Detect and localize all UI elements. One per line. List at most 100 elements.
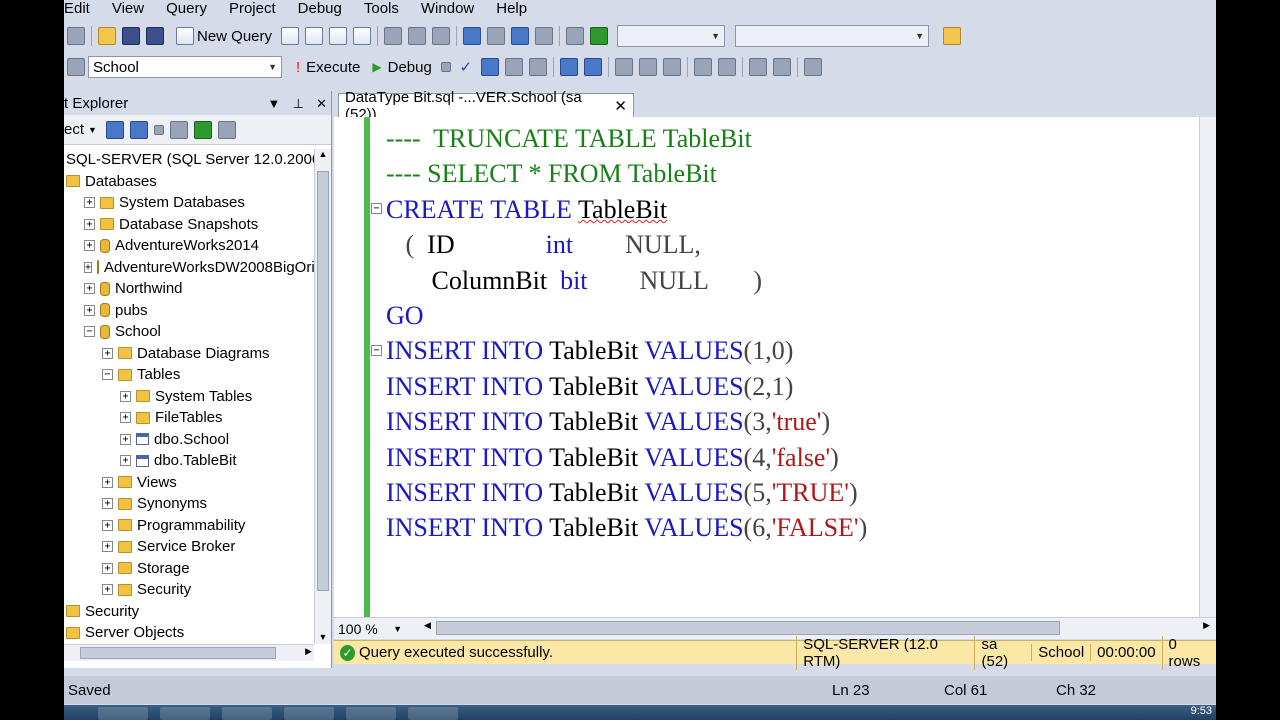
- actual-plan-icon[interactable]: [559, 58, 578, 76]
- expand-icon[interactable]: +: [102, 584, 113, 596]
- code-line[interactable]: ColumnBit bit NULL ): [386, 263, 1206, 298]
- scroll-right-icon[interactable]: ▶: [305, 646, 312, 657]
- menu-debug[interactable]: Debug: [298, 0, 350, 18]
- query-designer-icon[interactable]: [504, 58, 523, 76]
- start-icon[interactable]: [590, 27, 609, 45]
- tree-item[interactable]: + dbo.School: [64, 429, 314, 451]
- tree-item[interactable]: + Database Diagrams: [64, 343, 314, 365]
- display-plan-icon[interactable]: [480, 58, 499, 76]
- tree-item[interactable]: + System Tables: [64, 386, 314, 408]
- layout-icon[interactable]: [67, 27, 85, 45]
- increase-indent-icon[interactable]: [772, 58, 791, 76]
- open-file-icon[interactable]: [98, 27, 116, 45]
- connect-explorer-icon[interactable]: [105, 120, 124, 139]
- menu-window[interactable]: Window: [421, 0, 482, 18]
- query-editor[interactable]: − − ---- TRUNCATE TABLE TableBit ---- SEL…: [334, 117, 1216, 617]
- menu-query[interactable]: Query: [166, 0, 215, 18]
- scroll-down-icon[interactable]: ▼: [315, 632, 331, 642]
- scroll-thumb[interactable]: [80, 647, 276, 659]
- decrease-indent-icon[interactable]: [748, 58, 767, 76]
- taskbar-item[interactable]: [222, 707, 272, 720]
- new-query-button[interactable]: New Query: [173, 27, 272, 45]
- zoom-combo[interactable]: 100 % ▼: [334, 620, 406, 638]
- comment-icon[interactable]: [693, 58, 712, 76]
- tree-item[interactable]: + Views: [64, 472, 314, 494]
- solution-icon[interactable]: [566, 27, 585, 45]
- connect-button[interactable]: ect: [64, 121, 84, 138]
- object-explorer-hscrollbar[interactable]: ▶: [64, 644, 314, 661]
- tree-item[interactable]: − Tables: [64, 364, 314, 386]
- refresh-icon[interactable]: [193, 120, 212, 139]
- collapse-icon[interactable]: −: [84, 326, 95, 338]
- expand-icon[interactable]: +: [102, 498, 113, 510]
- results-grid-icon[interactable]: [638, 58, 657, 76]
- uncomment-icon[interactable]: [717, 58, 736, 76]
- tree-item[interactable]: + Database Snapshots: [64, 214, 314, 236]
- specify-template-icon[interactable]: [803, 58, 822, 76]
- code-line[interactable]: CREATE TABLE TableBit: [386, 192, 1206, 227]
- taskbar-item[interactable]: [346, 707, 396, 720]
- tree-item[interactable]: + Security: [64, 579, 314, 601]
- navigate-forward-icon[interactable]: [535, 27, 554, 45]
- new-xmla-query-icon[interactable]: [329, 27, 348, 45]
- tree-item[interactable]: + Storage: [64, 558, 314, 580]
- taskbar-clock[interactable]: 9:53: [1191, 705, 1212, 717]
- filter-icon[interactable]: [169, 120, 188, 139]
- tree-item[interactable]: Server Objects: [64, 622, 314, 644]
- code-line[interactable]: INSERT INTO TableBit VALUES(4,'false'): [386, 440, 1206, 475]
- tree-item-server[interactable]: SQL-SERVER (SQL Server 12.0.2000 - s: [64, 149, 314, 171]
- expand-icon[interactable]: +: [120, 433, 131, 445]
- scroll-left-icon[interactable]: ◀: [424, 620, 431, 631]
- live-stats-icon[interactable]: [583, 58, 602, 76]
- save-all-icon[interactable]: [146, 27, 164, 45]
- code-line[interactable]: ( ID int NULL,: [386, 227, 1206, 262]
- menu-edit[interactable]: Edit: [64, 0, 98, 18]
- code-area[interactable]: ---- TRUNCATE TABLE TableBit ---- SELECT …: [386, 121, 1206, 546]
- taskbar-item[interactable]: [408, 707, 458, 720]
- tree-item[interactable]: Security: [64, 601, 314, 623]
- results-file-icon[interactable]: [662, 58, 681, 76]
- expand-icon[interactable]: +: [84, 197, 95, 209]
- cut-icon[interactable]: [384, 27, 403, 45]
- close-icon[interactable]: ✕: [316, 96, 327, 111]
- connect-icon[interactable]: [67, 58, 85, 76]
- dropdown-icon[interactable]: ▼: [268, 96, 281, 111]
- editor-hscrollbar[interactable]: ◀ ▶: [424, 620, 1214, 636]
- tree-item[interactable]: + Service Broker: [64, 536, 314, 558]
- code-line[interactable]: GO: [386, 298, 1206, 333]
- activity-monitor-icon[interactable]: [217, 120, 236, 139]
- tree-item[interactable]: + Northwind: [64, 278, 314, 300]
- tree-item[interactable]: + AdventureWorksDW2008BigOrig: [64, 257, 314, 279]
- find-combo[interactable]: ▼: [735, 25, 930, 47]
- menu-project[interactable]: Project: [229, 0, 284, 18]
- expand-icon[interactable]: +: [84, 218, 95, 230]
- fold-toggle-icon[interactable]: −: [371, 345, 382, 356]
- expand-icon[interactable]: +: [120, 412, 131, 424]
- expand-icon[interactable]: +: [102, 347, 113, 359]
- tab-datatype-bit[interactable]: DataType Bit.sql -...VER.School (sa (52)…: [338, 89, 634, 123]
- navigate-icon[interactable]: [511, 27, 530, 45]
- tree-item[interactable]: + pubs: [64, 300, 314, 322]
- undo-icon[interactable]: [463, 27, 482, 45]
- new-dmx-query-icon[interactable]: [305, 27, 324, 45]
- scroll-right-icon[interactable]: ▶: [1203, 620, 1210, 631]
- execute-button[interactable]: ! Execute: [296, 59, 360, 76]
- database-combo[interactable]: School ▼: [88, 56, 282, 78]
- expand-icon[interactable]: +: [102, 541, 113, 553]
- tree-item[interactable]: + System Databases: [64, 192, 314, 214]
- new-mdx-query-icon[interactable]: [281, 27, 300, 45]
- tree-item[interactable]: + dbo.TableBit: [64, 450, 314, 472]
- close-tab-icon[interactable]: ✕: [614, 97, 627, 115]
- editor-vscrollbar[interactable]: [1199, 117, 1216, 617]
- tree-item[interactable]: + Synonyms: [64, 493, 314, 515]
- paste-icon[interactable]: [432, 27, 451, 45]
- redo-icon[interactable]: [487, 27, 506, 45]
- code-line[interactable]: ---- SELECT * FROM TableBit: [386, 156, 1206, 191]
- expand-icon[interactable]: +: [84, 240, 95, 252]
- tree-item[interactable]: − School: [64, 321, 314, 343]
- tree-item[interactable]: + AdventureWorks2014: [64, 235, 314, 257]
- tree-item[interactable]: + FileTables: [64, 407, 314, 429]
- scroll-thumb[interactable]: [436, 621, 1060, 635]
- expand-icon[interactable]: +: [84, 283, 95, 295]
- solution-config-combo[interactable]: ▼: [617, 25, 726, 47]
